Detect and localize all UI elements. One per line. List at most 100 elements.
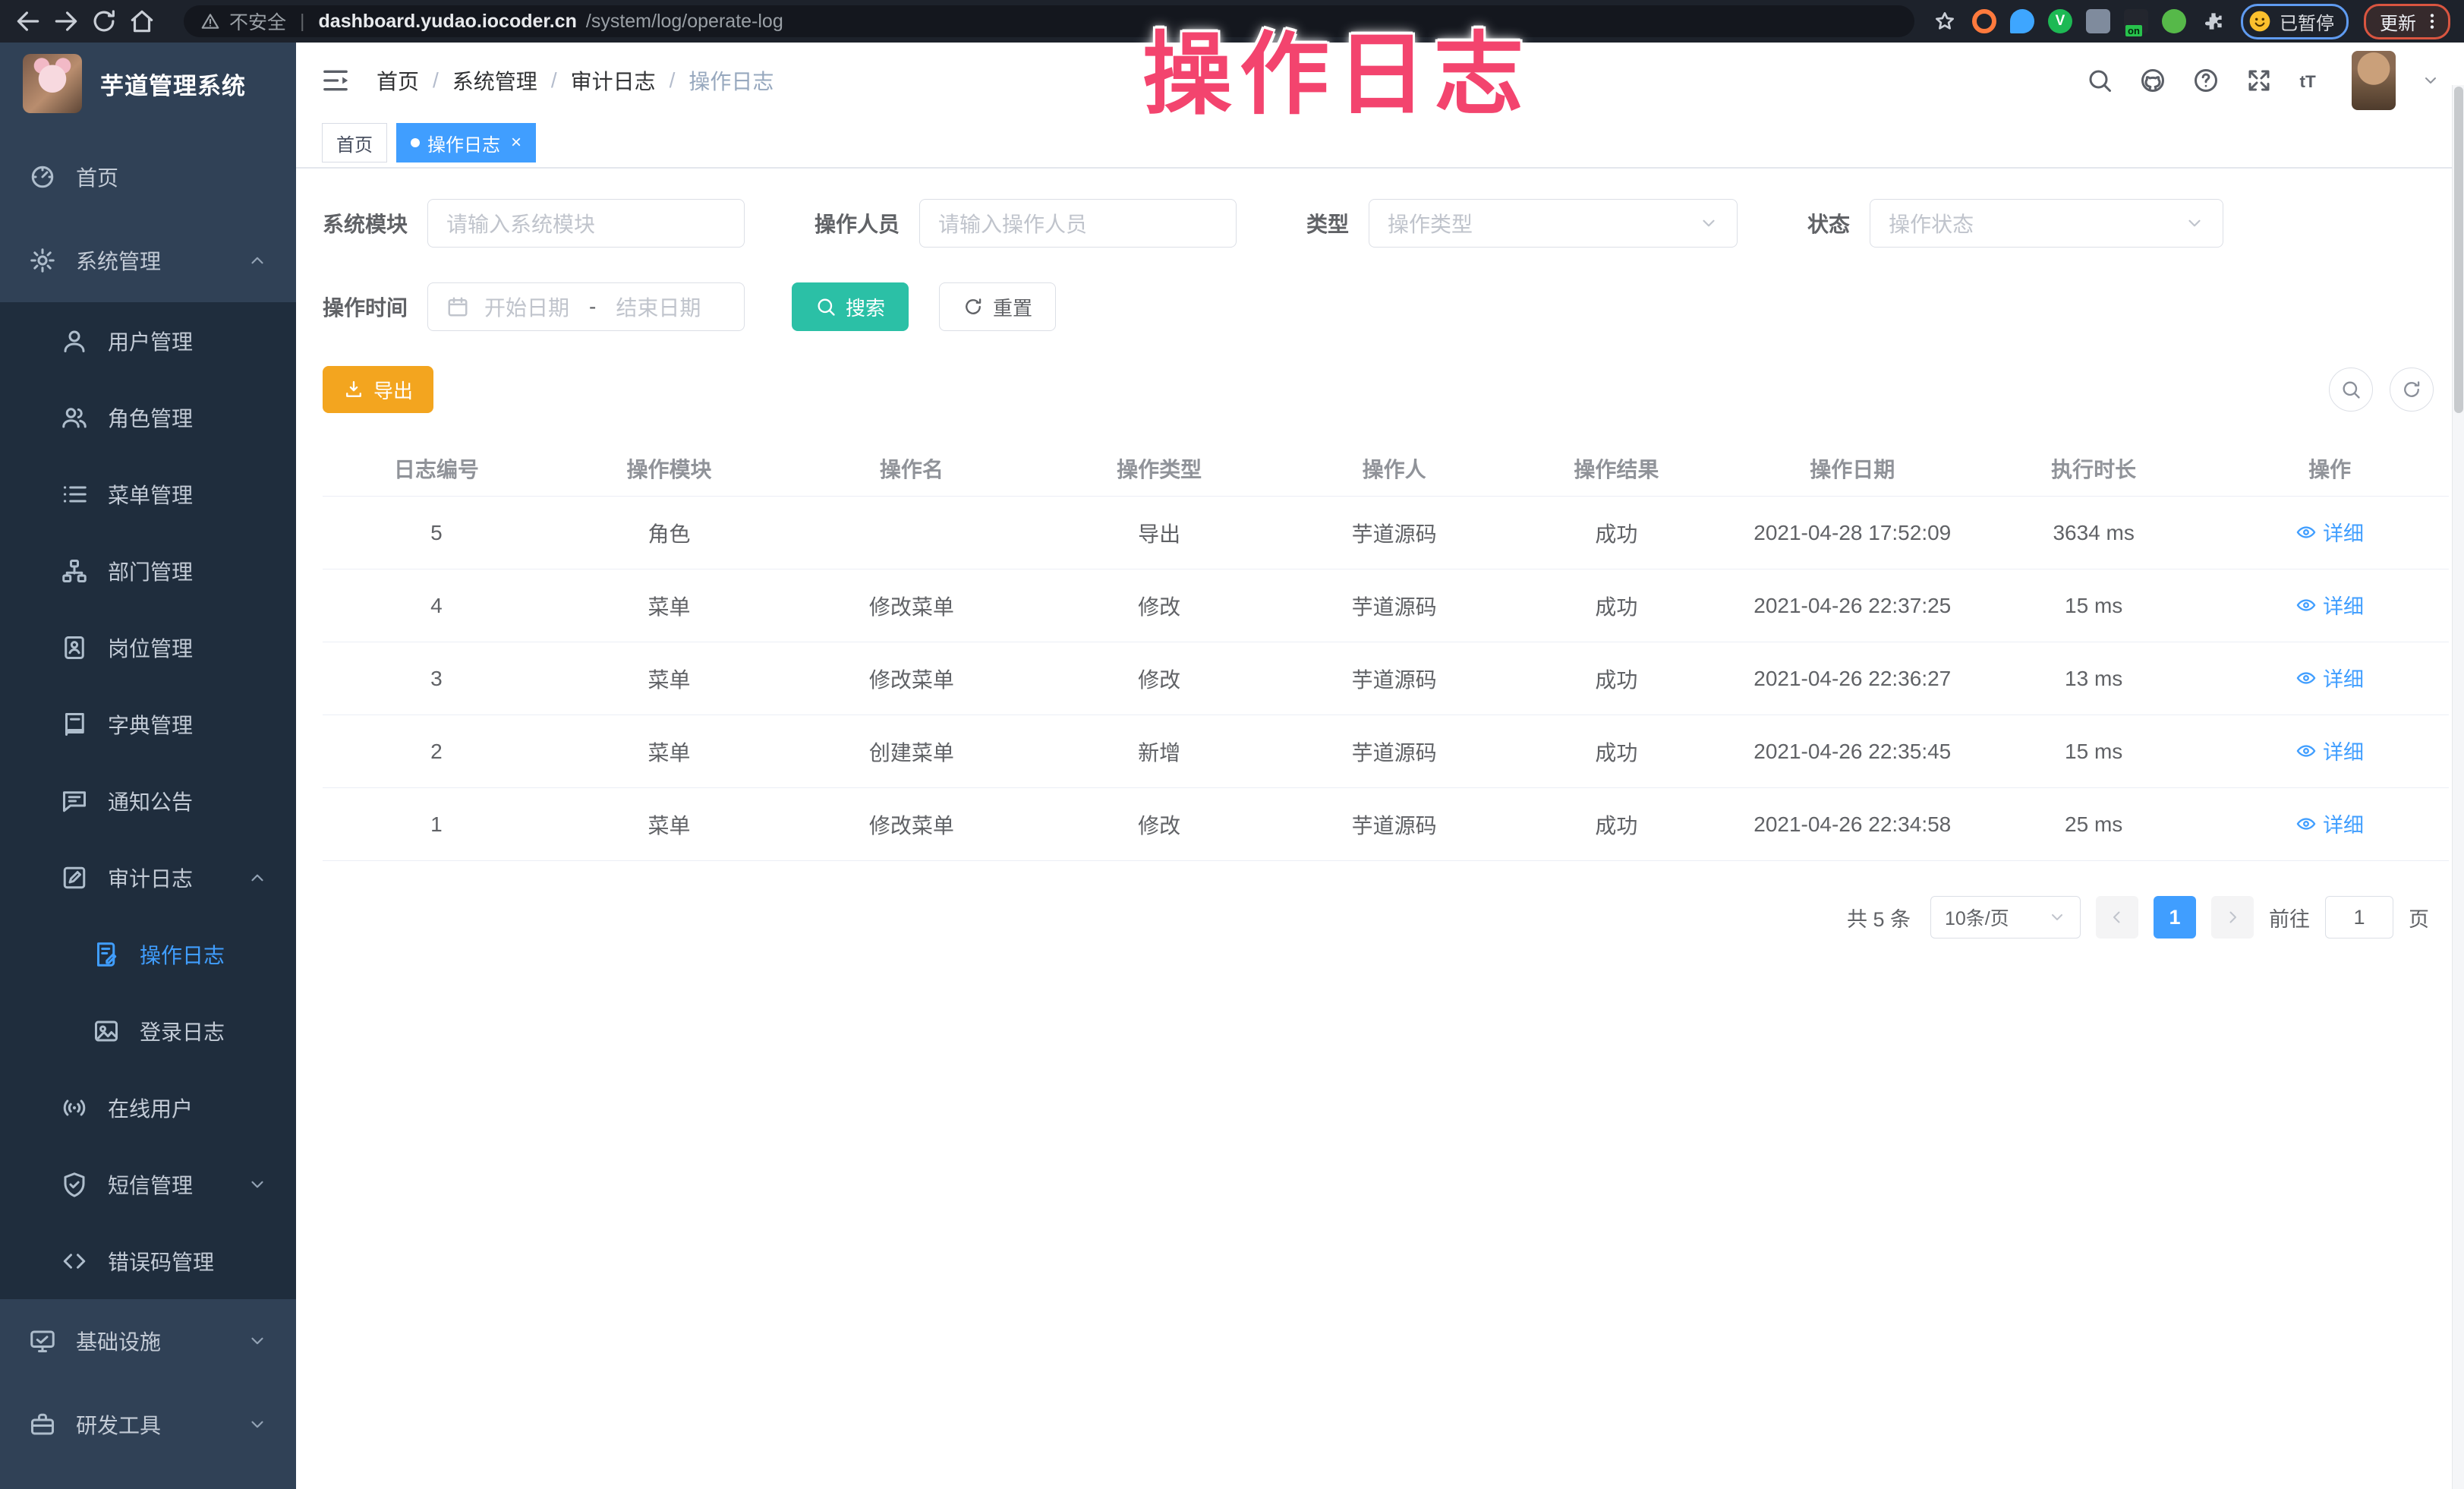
- eye-icon: [2295, 595, 2317, 616]
- search-button[interactable]: 搜索: [792, 282, 909, 331]
- filter-status: 状态 操作状态: [1807, 199, 2223, 248]
- breadcrumb-item[interactable]: 首页: [377, 65, 419, 96]
- sidebar-item-操作日志[interactable]: 操作日志: [0, 916, 296, 992]
- export-button[interactable]: 导出: [323, 366, 433, 413]
- back-icon[interactable]: [14, 7, 43, 36]
- table-cell: 2021-04-26 22:35:45: [1728, 740, 1977, 764]
- detail-link[interactable]: 详细: [2295, 663, 2364, 692]
- table-cell: 修改: [1035, 664, 1284, 694]
- table-cell: 菜单: [550, 809, 789, 840]
- detail-link[interactable]: 详细: [2295, 590, 2364, 620]
- extension-orange-ring[interactable]: [1972, 9, 1996, 33]
- page-size-select[interactable]: 10条/页: [1930, 896, 2081, 939]
- next-page-button[interactable]: [2211, 896, 2254, 939]
- table-cell: 芋道源码: [1284, 518, 1505, 548]
- sidebar-item-通知公告[interactable]: 通知公告: [0, 762, 296, 839]
- app-logo[interactable]: 芋道管理系统: [0, 43, 296, 125]
- breadcrumb-item[interactable]: 系统管理: [452, 65, 537, 96]
- reset-button[interactable]: 重置: [939, 282, 1056, 331]
- sidebar-item-在线用户[interactable]: 在线用户: [0, 1069, 296, 1146]
- table-cell-actions: 详细: [2210, 809, 2449, 840]
- sidebar-item-错误码管理[interactable]: 错误码管理: [0, 1222, 296, 1299]
- reload-icon[interactable]: [90, 7, 118, 36]
- sidebar-item-角色管理[interactable]: 角色管理: [0, 379, 296, 456]
- sidebar-item-菜单管理[interactable]: 菜单管理: [0, 456, 296, 532]
- profile-paused-chip[interactable]: 已暂停: [2241, 4, 2349, 39]
- module-placeholder: 请输入系统模块: [446, 208, 595, 238]
- github-icon[interactable]: [2139, 67, 2166, 94]
- table-cell: 4: [323, 594, 550, 618]
- sidebar-item-首页[interactable]: 首页: [0, 135, 296, 219]
- bookmark-star-icon[interactable]: [1933, 9, 1957, 33]
- online-user-icon: [61, 1094, 88, 1121]
- toggle-search-button[interactable]: [2329, 368, 2373, 412]
- question-icon[interactable]: [2192, 67, 2220, 94]
- detail-link-label: 详细: [2323, 517, 2364, 547]
- sidebar-item-短信管理[interactable]: 短信管理: [0, 1146, 296, 1222]
- table-cell: 13 ms: [1977, 667, 2210, 691]
- chevron-down-icon: [2421, 71, 2440, 90]
- extension-proxy-on[interactable]: [2124, 9, 2148, 33]
- breadcrumb-separator: /: [670, 68, 676, 93]
- fullscreen-icon[interactable]: [2245, 67, 2273, 94]
- sidebar-item-用户管理[interactable]: 用户管理: [0, 302, 296, 379]
- table-cell: 芋道源码: [1284, 664, 1505, 694]
- tab-操作日志[interactable]: 操作日志×: [396, 123, 536, 162]
- detail-link[interactable]: 详细: [2295, 517, 2364, 547]
- sidebar-item-系统管理[interactable]: 系统管理: [0, 219, 296, 302]
- user-avatar[interactable]: [2352, 51, 2396, 110]
- tab-首页[interactable]: 首页: [322, 123, 387, 162]
- table-cell: 修改: [1035, 809, 1284, 840]
- browser-menu-kebab-icon[interactable]: [2422, 11, 2442, 31]
- goto-page-input[interactable]: 1: [2325, 896, 2393, 939]
- module-input[interactable]: 请输入系统模块: [427, 199, 745, 248]
- font-size-icon[interactable]: tT: [2299, 67, 2326, 94]
- extension-gray-gem[interactable]: [2086, 9, 2110, 33]
- sidebar-item-岗位管理[interactable]: 岗位管理: [0, 609, 296, 686]
- page-number-1[interactable]: 1: [2154, 896, 2196, 939]
- sidebar-item-审计日志[interactable]: 审计日志: [0, 839, 296, 916]
- browser-update-button[interactable]: 更新: [2364, 4, 2450, 39]
- sidebar-collapse-icon[interactable]: [320, 65, 351, 96]
- chevron-right-icon: [2223, 908, 2242, 926]
- table-cell: 角色: [550, 518, 789, 548]
- sidebar-item-基础设施[interactable]: 基础设施: [0, 1299, 296, 1383]
- prev-page-button[interactable]: [2096, 896, 2138, 939]
- scrollbar-thumb[interactable]: [2454, 87, 2463, 413]
- filter-module: 系统模块 请输入系统模块: [323, 199, 745, 248]
- close-tab-icon[interactable]: ×: [511, 134, 521, 152]
- filter-row-2: 操作时间 开始日期 - 结束日期 搜索 重置: [323, 282, 2449, 331]
- breadcrumb-item[interactable]: 审计日志: [571, 65, 656, 96]
- page-scrollbar[interactable]: [2452, 85, 2464, 1489]
- home-icon[interactable]: [128, 7, 156, 36]
- sidebar-item-部门管理[interactable]: 部门管理: [0, 532, 296, 609]
- sidebar-item-字典管理[interactable]: 字典管理: [0, 686, 296, 762]
- logo-image: [23, 54, 82, 113]
- extension-blue-pin[interactable]: [2010, 9, 2034, 33]
- refresh-table-button[interactable]: [2390, 368, 2434, 412]
- operate-log-table: 日志编号操作模块操作名操作类型操作人操作结果操作日期执行时长操作 5角色导出芋道…: [323, 440, 2449, 861]
- goto-label: 前往: [2269, 903, 2310, 932]
- extensions-puzzle-icon[interactable]: [2201, 9, 2226, 33]
- table-cell: 芋道源码: [1284, 737, 1505, 767]
- sidebar-item-登录日志[interactable]: 登录日志: [0, 992, 296, 1069]
- table-header-row: 日志编号操作模块操作名操作类型操作人操作结果操作日期执行时长操作: [323, 440, 2449, 497]
- type-select[interactable]: 操作类型: [1369, 199, 1738, 248]
- address-bar[interactable]: 不安全 | dashboard.yudao.iocoder.cn/system/…: [184, 5, 1914, 37]
- extension-green-v[interactable]: V: [2048, 9, 2072, 33]
- browser-toolbar: 不安全 | dashboard.yudao.iocoder.cn/system/…: [0, 0, 2464, 43]
- search-icon[interactable]: [2086, 67, 2113, 94]
- status-select[interactable]: 操作状态: [1870, 199, 2223, 248]
- forward-icon[interactable]: [52, 7, 80, 36]
- type-placeholder: 操作类型: [1388, 208, 1473, 238]
- svg-text:tT: tT: [2300, 72, 2316, 91]
- table-cell: 菜单: [550, 664, 789, 694]
- date-range-picker[interactable]: 开始日期 - 结束日期: [427, 282, 745, 331]
- detail-link-label: 详细: [2323, 736, 2364, 765]
- detail-link[interactable]: 详细: [2295, 809, 2364, 838]
- sidebar-item-研发工具[interactable]: 研发工具: [0, 1383, 296, 1466]
- extension-green-dot[interactable]: [2162, 9, 2186, 33]
- detail-link[interactable]: 详细: [2295, 736, 2364, 765]
- operator-input[interactable]: 请输入操作人员: [919, 199, 1237, 248]
- update-label: 更新: [2380, 8, 2416, 35]
